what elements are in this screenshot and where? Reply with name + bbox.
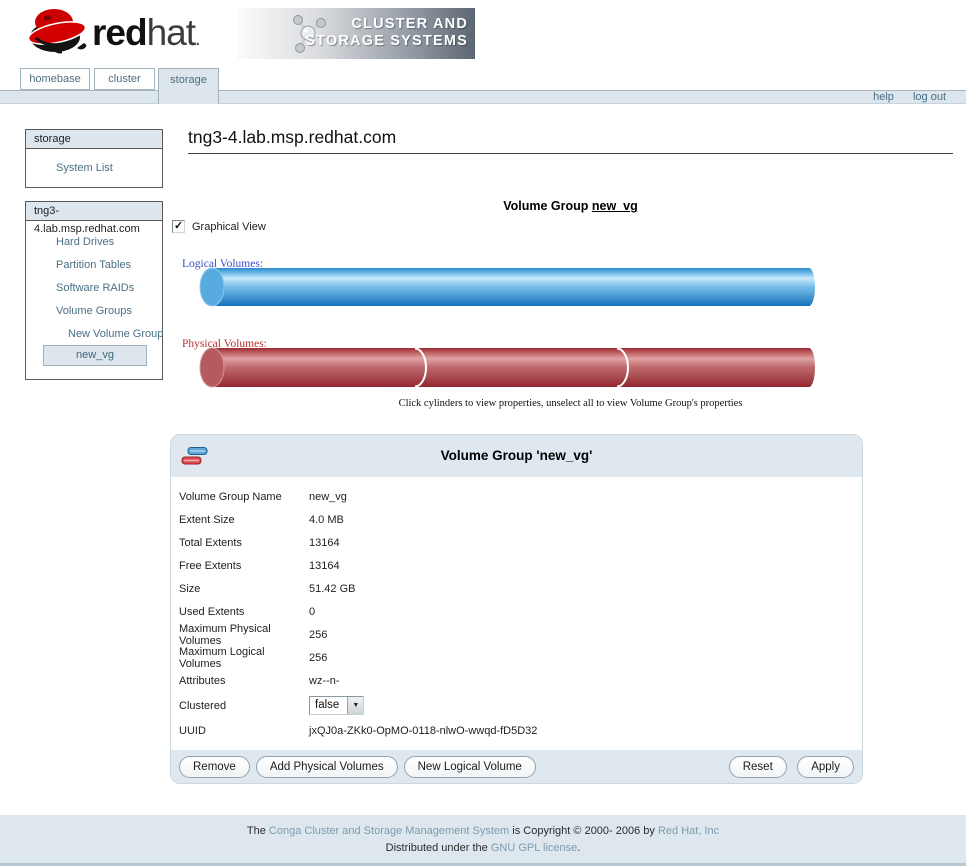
property-row: Free Extents 13164: [171, 554, 862, 577]
property-label: Maximum Logical Volumes: [179, 646, 309, 670]
cluster-storage-banner: CLUSTER AND STORAGE SYSTEMS: [237, 8, 475, 59]
volume-group-properties-panel: Volume Group 'new_vg' Volume Group Name …: [170, 434, 863, 784]
brand-dot: .: [195, 28, 200, 50]
gpl-license-link[interactable]: GNU GPL license: [491, 842, 577, 854]
redhat-link[interactable]: Red Hat, Inc: [658, 825, 719, 837]
banner-title: CLUSTER AND STORAGE SYSTEMS: [305, 16, 468, 50]
new-logical-volume-button[interactable]: New Logical Volume: [404, 756, 536, 778]
sidebar-item-new-volume-group[interactable]: New Volume Group: [68, 328, 163, 340]
vg-heading-prefix: Volume Group: [503, 199, 592, 213]
property-label: Extent Size: [179, 514, 309, 526]
cylinder-caption: Click cylinders to view properties, unse…: [188, 398, 953, 409]
graphical-view-checkbox[interactable]: ✓: [172, 220, 185, 233]
panel-body: Volume Group Name new_vg Extent Size 4.0…: [171, 477, 862, 750]
property-row: Size 51.42 GB: [171, 577, 862, 600]
footer-text: .: [577, 842, 580, 854]
property-label: Total Extents: [179, 537, 309, 549]
sidebar-storage-title: storage: [26, 130, 162, 149]
sidebar-item-system-list[interactable]: System List: [56, 162, 113, 174]
property-value: 13164: [309, 560, 340, 572]
property-label: Used Extents: [179, 606, 309, 618]
apply-button[interactable]: Apply: [797, 756, 854, 778]
property-value: wz--n-: [309, 675, 340, 687]
sidebar-system-box: tng3-4.lab.msp.redhat.com Hard Drives Pa…: [25, 201, 163, 380]
property-value: 51.42 GB: [309, 583, 355, 595]
property-value: 0: [309, 606, 315, 618]
footer-text: The: [247, 825, 269, 837]
property-value: 256: [309, 652, 327, 664]
property-row: Attributes wz--n-: [171, 669, 862, 692]
property-row: Volume Group Name new_vg: [171, 485, 862, 508]
reset-button[interactable]: Reset: [729, 756, 787, 778]
redhat-wordmark: redhat.: [92, 12, 200, 54]
sidebar-item-hard-drives[interactable]: Hard Drives: [56, 236, 114, 248]
graphical-view-label: Graphical View: [192, 221, 266, 233]
property-label: Clustered: [179, 700, 309, 712]
clustered-select[interactable]: false ▼: [309, 696, 364, 715]
page-title: tng3-4.lab.msp.redhat.com: [188, 127, 953, 154]
physical-volume-cylinder[interactable]: [199, 347, 816, 388]
tab-storage[interactable]: storage: [158, 68, 219, 104]
sidebar-storage-box: storage System List: [25, 129, 163, 188]
brand-hat: hat: [147, 12, 195, 53]
property-row-clustered: Clustered false ▼: [171, 692, 862, 719]
session-bar: [0, 90, 966, 104]
tab-homebase[interactable]: homebase: [20, 68, 90, 90]
sidebar-item-volume-groups[interactable]: Volume Groups: [56, 305, 132, 317]
footer-copyright-line: The Conga Cluster and Storage Management…: [0, 825, 966, 837]
property-value: jxQJ0a-ZKk0-OpMO-0118-nlwO-wwqd-fD5D32: [309, 725, 537, 737]
footer-license-line: Distributed under the GNU GPL license.: [0, 842, 966, 854]
tab-cluster[interactable]: cluster: [94, 68, 155, 90]
property-label: UUID: [179, 725, 309, 737]
help-link[interactable]: help: [873, 91, 894, 103]
checkbox-check-icon: ✓: [174, 219, 183, 232]
logout-link[interactable]: log out: [913, 91, 946, 103]
page-footer: The Conga Cluster and Storage Management…: [0, 815, 966, 866]
property-row-uuid: UUID jxQJ0a-ZKk0-OpMO-0118-nlwO-wwqd-fD5…: [171, 719, 862, 742]
banner-line1: CLUSTER AND: [305, 16, 468, 33]
sidebar-item-partition-tables[interactable]: Partition Tables: [56, 259, 131, 271]
panel-header: Volume Group 'new_vg': [171, 435, 862, 477]
volume-group-heading: Volume Group new_vg: [188, 199, 953, 213]
storage-page: redhat. CLUSTER AND STORAGE SYSTEMS home…: [0, 0, 966, 866]
property-label: Attributes: [179, 675, 309, 687]
session-links: help log out: [857, 91, 946, 103]
property-label: Free Extents: [179, 560, 309, 572]
add-physical-volumes-button[interactable]: Add Physical Volumes: [256, 756, 398, 778]
property-row: Maximum Physical Volumes 256: [171, 623, 862, 646]
footer-text: Distributed under the: [386, 842, 491, 854]
property-label: Volume Group Name: [179, 491, 309, 503]
sidebar-item-software-raids[interactable]: Software RAIDs: [56, 282, 134, 294]
property-row: Maximum Logical Volumes 256: [171, 646, 862, 669]
logical-volume-cylinder[interactable]: [199, 267, 816, 307]
property-row: Used Extents 0: [171, 600, 862, 623]
remove-button[interactable]: Remove: [179, 756, 250, 778]
vg-heading-name: new_vg: [592, 199, 638, 213]
property-label: Maximum Physical Volumes: [179, 623, 309, 647]
property-value: 13164: [309, 537, 340, 549]
brand-red: red: [92, 12, 147, 53]
property-value: 4.0 MB: [309, 514, 344, 526]
clustered-selected-value: false: [310, 697, 347, 714]
property-value: 256: [309, 629, 327, 641]
panel-button-bar: Remove Add Physical Volumes New Logical …: [171, 750, 862, 783]
sidebar-item-new-vg-selected[interactable]: new_vg: [43, 345, 147, 366]
conga-link[interactable]: Conga Cluster and Storage Management Sys…: [269, 825, 509, 837]
property-value: new_vg: [309, 491, 347, 503]
select-dropdown-arrow-icon[interactable]: ▼: [347, 697, 363, 714]
redhat-logo-icon: [24, 3, 92, 57]
banner-line2: STORAGE SYSTEMS: [305, 33, 468, 50]
volume-group-icon: [181, 447, 208, 465]
property-row: Extent Size 4.0 MB: [171, 508, 862, 531]
panel-title: Volume Group 'new_vg': [171, 435, 862, 477]
property-label: Size: [179, 583, 309, 595]
sidebar-system-title: tng3-4.lab.msp.redhat.com: [26, 202, 162, 221]
property-row: Total Extents 13164: [171, 531, 862, 554]
footer-text: is Copyright © 2000- 2006 by: [509, 825, 658, 837]
